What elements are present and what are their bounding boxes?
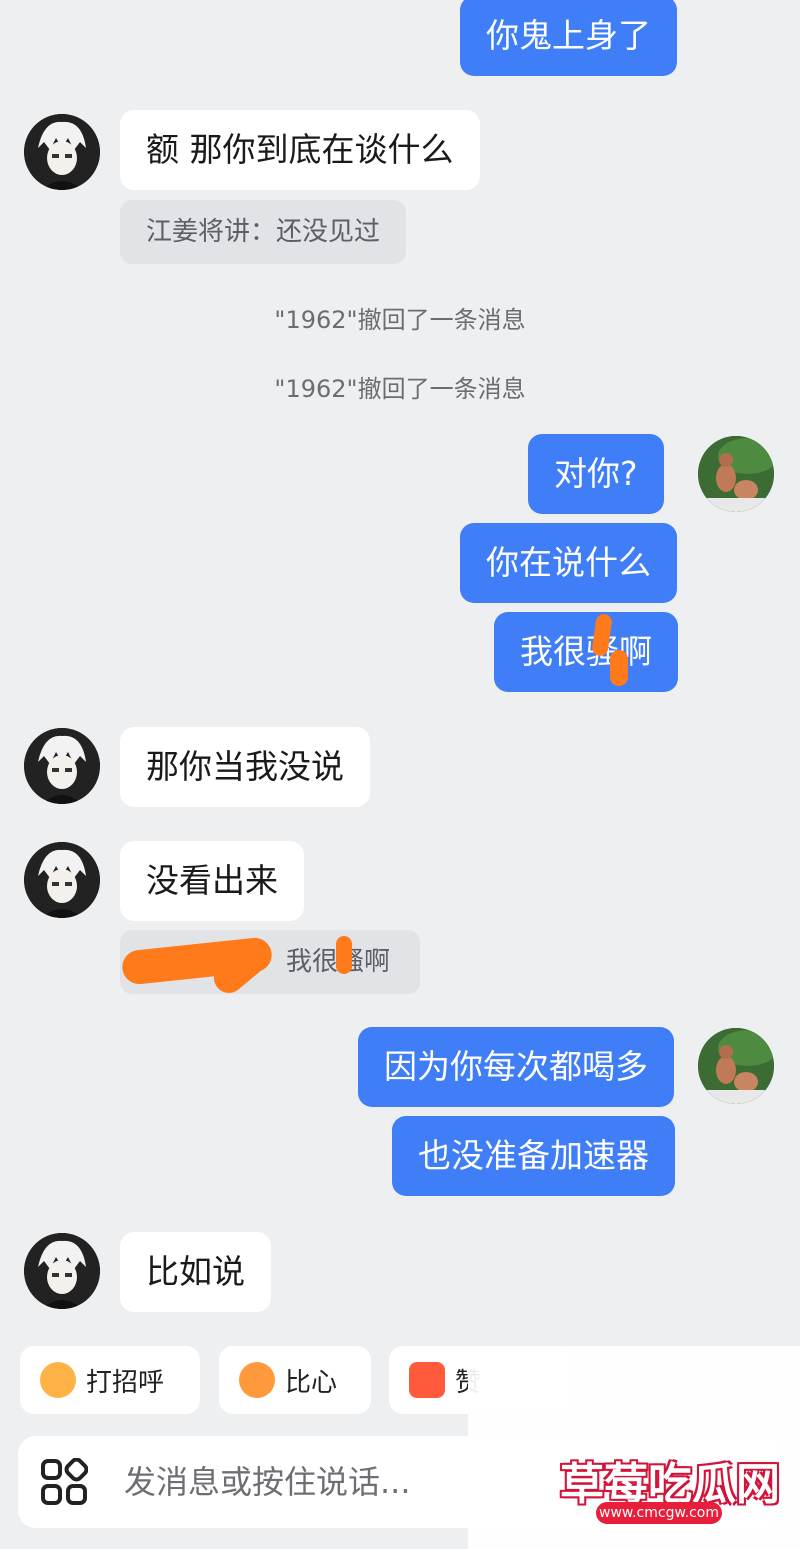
contact-avatar[interactable] bbox=[24, 114, 100, 190]
recall-notice: "1962"撤回了一条消息 bbox=[274, 306, 526, 334]
anime-character-icon bbox=[24, 842, 100, 918]
my-avatar[interactable] bbox=[698, 1028, 774, 1104]
contact-avatar[interactable] bbox=[24, 842, 100, 918]
watermark-url: www.cmcgw.com bbox=[596, 1502, 722, 1524]
contact-avatar[interactable] bbox=[24, 1233, 100, 1309]
redaction-mark bbox=[336, 936, 352, 974]
quick-reply-label: 打招呼 bbox=[86, 1367, 165, 1398]
redaction-mark bbox=[610, 650, 628, 686]
anime-character-icon bbox=[24, 728, 100, 804]
anime-character-icon bbox=[24, 114, 100, 190]
message-bubble-outgoing[interactable]: 你鬼上身了 bbox=[460, 0, 677, 76]
quick-reply-greet[interactable]: 打招呼 bbox=[20, 1346, 200, 1414]
message-bubble-outgoing[interactable]: 对你? bbox=[528, 434, 664, 514]
anime-character-icon bbox=[24, 1233, 100, 1309]
message-bubble-incoming[interactable]: 比如说 bbox=[120, 1232, 271, 1312]
recall-notice: "1962"撤回了一条消息 bbox=[274, 375, 526, 403]
quoted-message[interactable]: 江姜将讲：还没见过 bbox=[120, 200, 407, 264]
heart-hand-emoji-icon bbox=[239, 1362, 275, 1398]
quick-reply-label: 比心 bbox=[285, 1367, 338, 1398]
message-bubble-outgoing[interactable]: 也没准备加速器 bbox=[392, 1116, 675, 1196]
message-bubble-incoming[interactable]: 那你当我没说 bbox=[120, 727, 370, 807]
message-bubble-outgoing[interactable]: 我很骚啊 bbox=[494, 612, 678, 692]
people-photo-icon bbox=[698, 1028, 774, 1104]
message-bubble-outgoing[interactable]: 因为你每次都喝多 bbox=[358, 1027, 674, 1107]
message-bubble-incoming[interactable]: 额 那你到底在谈什么 bbox=[120, 110, 480, 190]
my-avatar[interactable] bbox=[698, 436, 774, 512]
message-bubble-outgoing[interactable]: 你在说什么 bbox=[460, 523, 677, 603]
message-bubble-incoming[interactable]: 没看出来 bbox=[120, 841, 304, 921]
waving-emoji-icon bbox=[40, 1362, 76, 1398]
contact-avatar[interactable] bbox=[24, 728, 100, 804]
quick-reply-heart[interactable]: 比心 bbox=[219, 1346, 371, 1414]
people-photo-icon bbox=[698, 436, 774, 512]
thumbs-up-icon bbox=[409, 1362, 445, 1398]
